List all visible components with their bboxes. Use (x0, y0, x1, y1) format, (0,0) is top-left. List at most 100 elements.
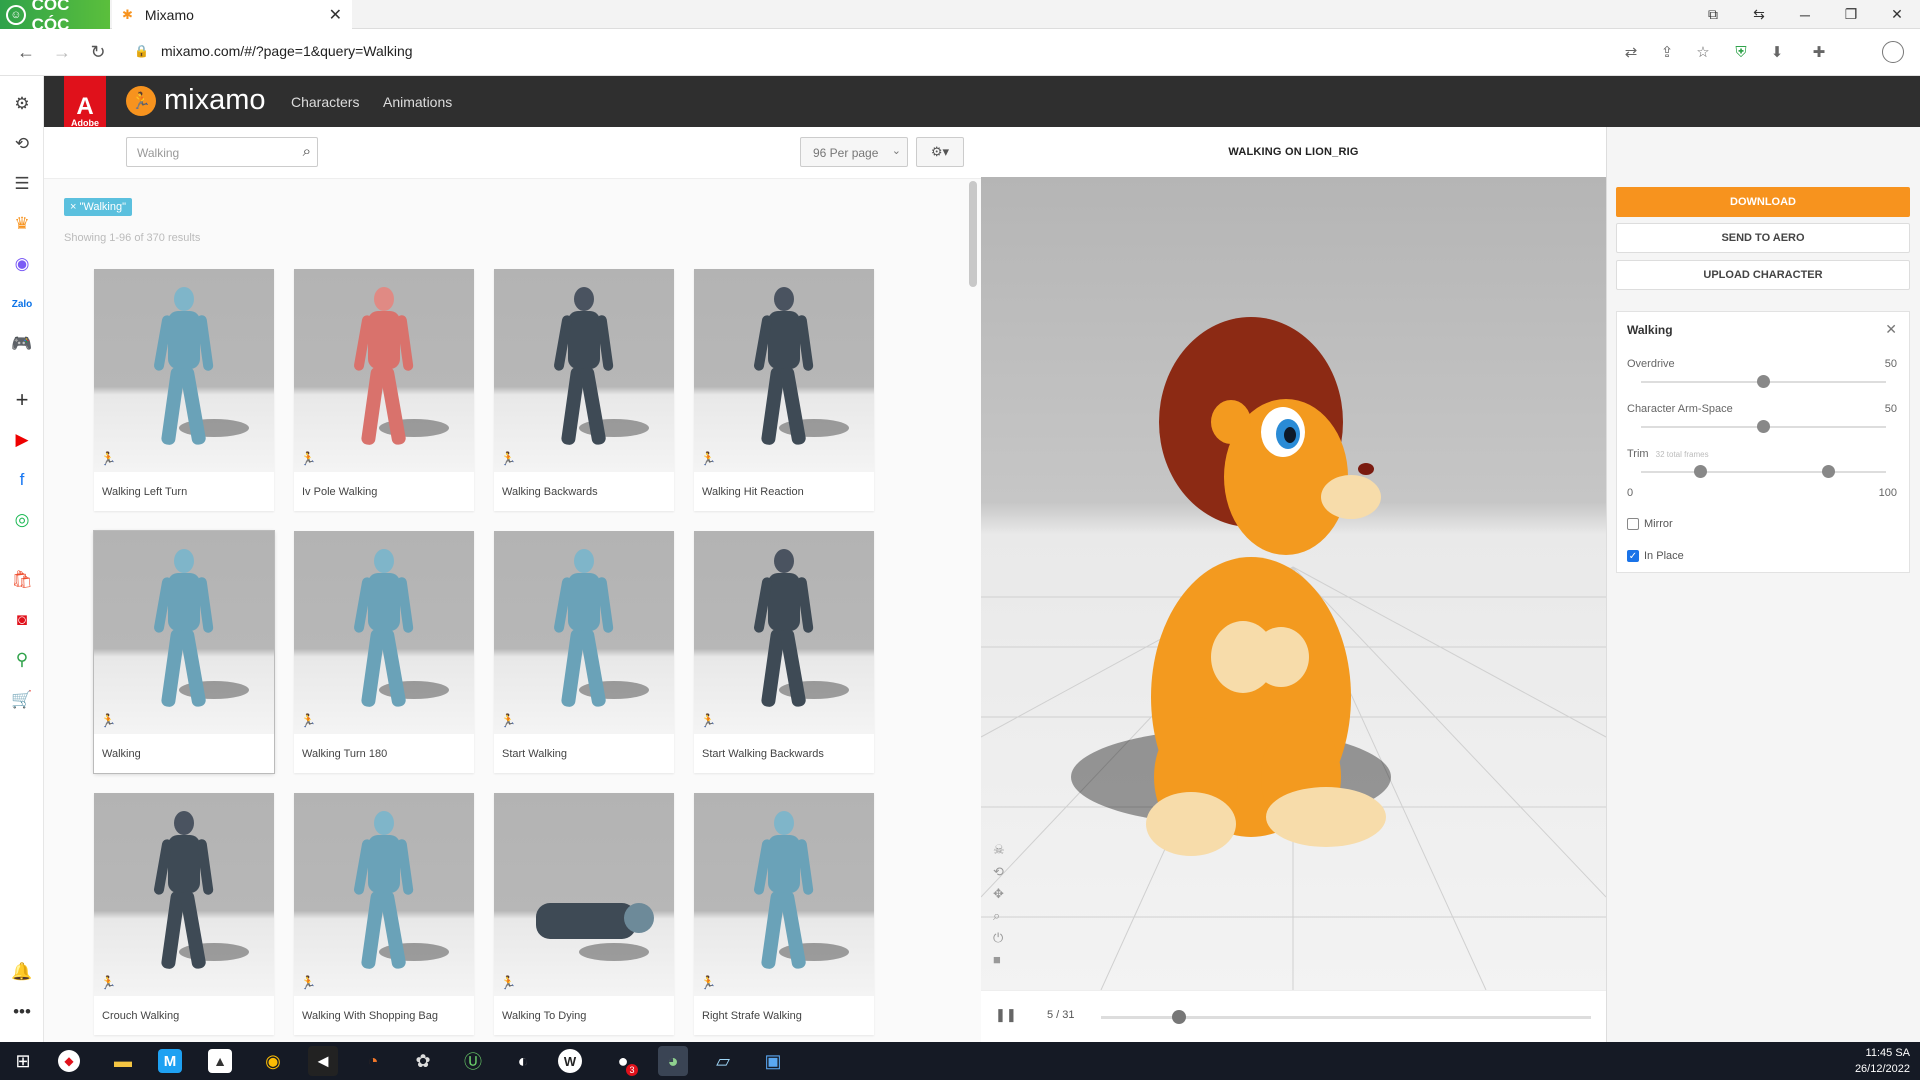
nav-animations[interactable]: Animations (383, 94, 452, 110)
trim-track[interactable] (1641, 471, 1886, 473)
add-icon[interactable]: + (8, 386, 36, 414)
animation-card[interactable]: 🏃 Start Walking (494, 531, 674, 773)
wattpad-icon[interactable]: W (558, 1049, 582, 1073)
animation-thumbnail[interactable]: 🏃 (494, 793, 674, 996)
trim-start-handle[interactable] (1694, 465, 1707, 478)
restore-icon[interactable]: ❐ (1828, 0, 1874, 29)
send-to-aero-button[interactable]: SEND TO AERO (1616, 223, 1910, 253)
reset-icon[interactable]: ⏻ (993, 930, 1005, 946)
animation-thumbnail[interactable]: 🏃 (94, 269, 274, 472)
animation-thumbnail[interactable]: 🏃 (694, 269, 874, 472)
animation-thumbnail[interactable]: 🏃 (494, 531, 674, 734)
mixamo-app-icon[interactable]: M (158, 1049, 182, 1073)
profile-avatar-icon[interactable] (1882, 41, 1904, 63)
per-page-select[interactable]: 96 Per page ⌄ (800, 137, 908, 167)
animation-card[interactable]: 🏃 Walking Backwards (494, 269, 674, 511)
search-input[interactable]: Walking ⌕ (126, 137, 318, 167)
pan-icon[interactable]: ✥ (993, 886, 1005, 902)
in-place-checkbox[interactable]: ✓ In Place (1627, 550, 1684, 562)
animation-card[interactable]: 🏃 Walking To Dying (494, 793, 674, 1035)
overdrive-slider[interactable] (1757, 375, 1770, 388)
animation-thumbnail[interactable]: 🏃 (294, 793, 474, 996)
zalo-icon[interactable]: Zalo (8, 290, 36, 318)
in-place-checkbox-box[interactable]: ✓ (1627, 550, 1639, 562)
notification-bell-icon[interactable]: 🔔 (8, 958, 36, 986)
back-arrow-icon[interactable]: ← (13, 39, 39, 65)
bookmark-star-icon[interactable]: ☆ (1692, 41, 1714, 63)
animation-card[interactable]: 🏃 Walking With Shopping Bag (294, 793, 474, 1035)
notepad-icon[interactable]: ▱ (708, 1046, 738, 1076)
animation-thumbnail[interactable]: 🏃 (94, 531, 274, 734)
map-pin-icon[interactable]: ⚲ (8, 646, 36, 674)
unity-icon[interactable]: ◄ (308, 1046, 338, 1076)
trim-end-handle[interactable] (1822, 465, 1835, 478)
animation-thumbnail[interactable]: 🏃 (294, 269, 474, 472)
download-button[interactable]: DOWNLOAD (1616, 187, 1910, 217)
active-browser-icon[interactable]: ◕ (658, 1046, 688, 1076)
animation-card[interactable]: 🏃 Walking (94, 531, 274, 773)
coccoc-taskbar-icon[interactable]: ● 3 (608, 1046, 638, 1076)
tab-search-icon[interactable]: ⧉ (1690, 0, 1736, 29)
reload-icon[interactable]: ↻ (85, 39, 111, 65)
animation-card[interactable]: 🏃 Walking Hit Reaction (694, 269, 874, 511)
photos-icon[interactable]: ▣ (758, 1046, 788, 1076)
animation-card[interactable]: 🏃 Walking Turn 180 (294, 531, 474, 773)
camera-icon[interactable]: ■ (993, 952, 1005, 967)
timeline-scrubber[interactable] (1172, 1010, 1187, 1024)
youtube-icon[interactable]: ▶ (8, 426, 36, 454)
game-controller-icon[interactable]: 🎮 (8, 330, 36, 358)
github-icon[interactable]: ◐ (508, 1046, 538, 1076)
animation-card[interactable]: 🏃 Right Strafe Walking (694, 793, 874, 1035)
coccoc-logo[interactable]: ☺ CÓC CÓC (0, 0, 110, 34)
3d-viewport[interactable]: ☠ ⟲ ✥ ⌕ ⏻ ■ (981, 177, 1606, 990)
history-icon[interactable]: ⟲ (8, 130, 36, 158)
download-icon[interactable]: ⬇ (1766, 41, 1788, 63)
view-settings-button[interactable]: ⚙▾ (916, 137, 964, 167)
window-close-icon[interactable]: ✕ (1874, 0, 1920, 29)
skeleton-icon[interactable]: ☠ (993, 842, 1005, 858)
armspace-slider[interactable] (1757, 420, 1770, 433)
query-chip[interactable]: × "Walking" (64, 198, 133, 216)
upwork-icon[interactable]: Ⓤ (458, 1046, 488, 1076)
extensions-puzzle-icon[interactable]: ✚ (1808, 41, 1830, 63)
forward-arrow-icon[interactable]: → (49, 39, 75, 65)
animation-card[interactable]: 🏃 Crouch Walking (94, 793, 274, 1035)
animation-thumbnail[interactable]: 🏃 (694, 531, 874, 734)
taskbar-clock[interactable]: 11:45 SA 26/12/2022 (1855, 1045, 1910, 1077)
extension-shield-icon[interactable]: ⛨ (1730, 41, 1752, 63)
results-scrollbar[interactable] (969, 181, 977, 287)
minimize-icon[interactable]: ─ (1782, 0, 1828, 29)
messenger-icon[interactable]: ◉ (8, 250, 36, 278)
chrome-icon[interactable]: ◉ (258, 1046, 288, 1076)
app-shield-icon[interactable]: ◆ (58, 1050, 80, 1072)
facebook-icon[interactable]: f (8, 466, 36, 494)
photo-app-icon[interactable]: ▲ (208, 1049, 232, 1073)
upload-character-button[interactable]: UPLOAD CHARACTER (1616, 260, 1910, 290)
app-gear-icon[interactable]: ✿ (408, 1046, 438, 1076)
windows-start-icon[interactable]: ⊞ (8, 1046, 38, 1076)
back-history-icon[interactable]: ⇆ (1736, 0, 1782, 29)
cart-icon[interactable]: 🛒 (8, 686, 36, 714)
rotate-icon[interactable]: ⟲ (993, 864, 1005, 880)
animation-thumbnail[interactable]: 🏃 (294, 531, 474, 734)
settings-close-icon[interactable]: ✕ (1885, 321, 1897, 338)
blender-icon[interactable]: ◔ (358, 1046, 388, 1076)
crown-icon[interactable]: ♛ (8, 210, 36, 238)
reading-list-icon[interactable]: ☰ (8, 170, 36, 198)
animation-thumbnail[interactable]: 🏃 (694, 793, 874, 996)
mirror-checkbox-box[interactable] (1627, 518, 1639, 530)
mirror-checkbox[interactable]: Mirror (1627, 518, 1673, 530)
lion-character[interactable] (1071, 317, 1391, 856)
share-icon[interactable]: ⇪ (1656, 41, 1678, 63)
url-field[interactable]: 🔒 mixamo.com/#/?page=1&query=Walking (134, 43, 413, 59)
spotify-icon[interactable]: ◎ (8, 506, 36, 534)
animation-card[interactable]: 🏃 Iv Pole Walking (294, 269, 474, 511)
animation-thumbnail[interactable]: 🏃 (94, 793, 274, 996)
mixamo-logo[interactable]: 🏃 mixamo (126, 84, 266, 117)
animation-card[interactable]: 🏃 Walking Left Turn (94, 269, 274, 511)
tab-close-icon[interactable]: ✕ (329, 5, 342, 25)
animation-thumbnail[interactable]: 🏃 (494, 269, 674, 472)
nav-characters[interactable]: Characters (291, 94, 359, 110)
more-dots-icon[interactable]: ••• (8, 998, 36, 1026)
shopee-icon[interactable]: 🛍 (8, 566, 36, 594)
